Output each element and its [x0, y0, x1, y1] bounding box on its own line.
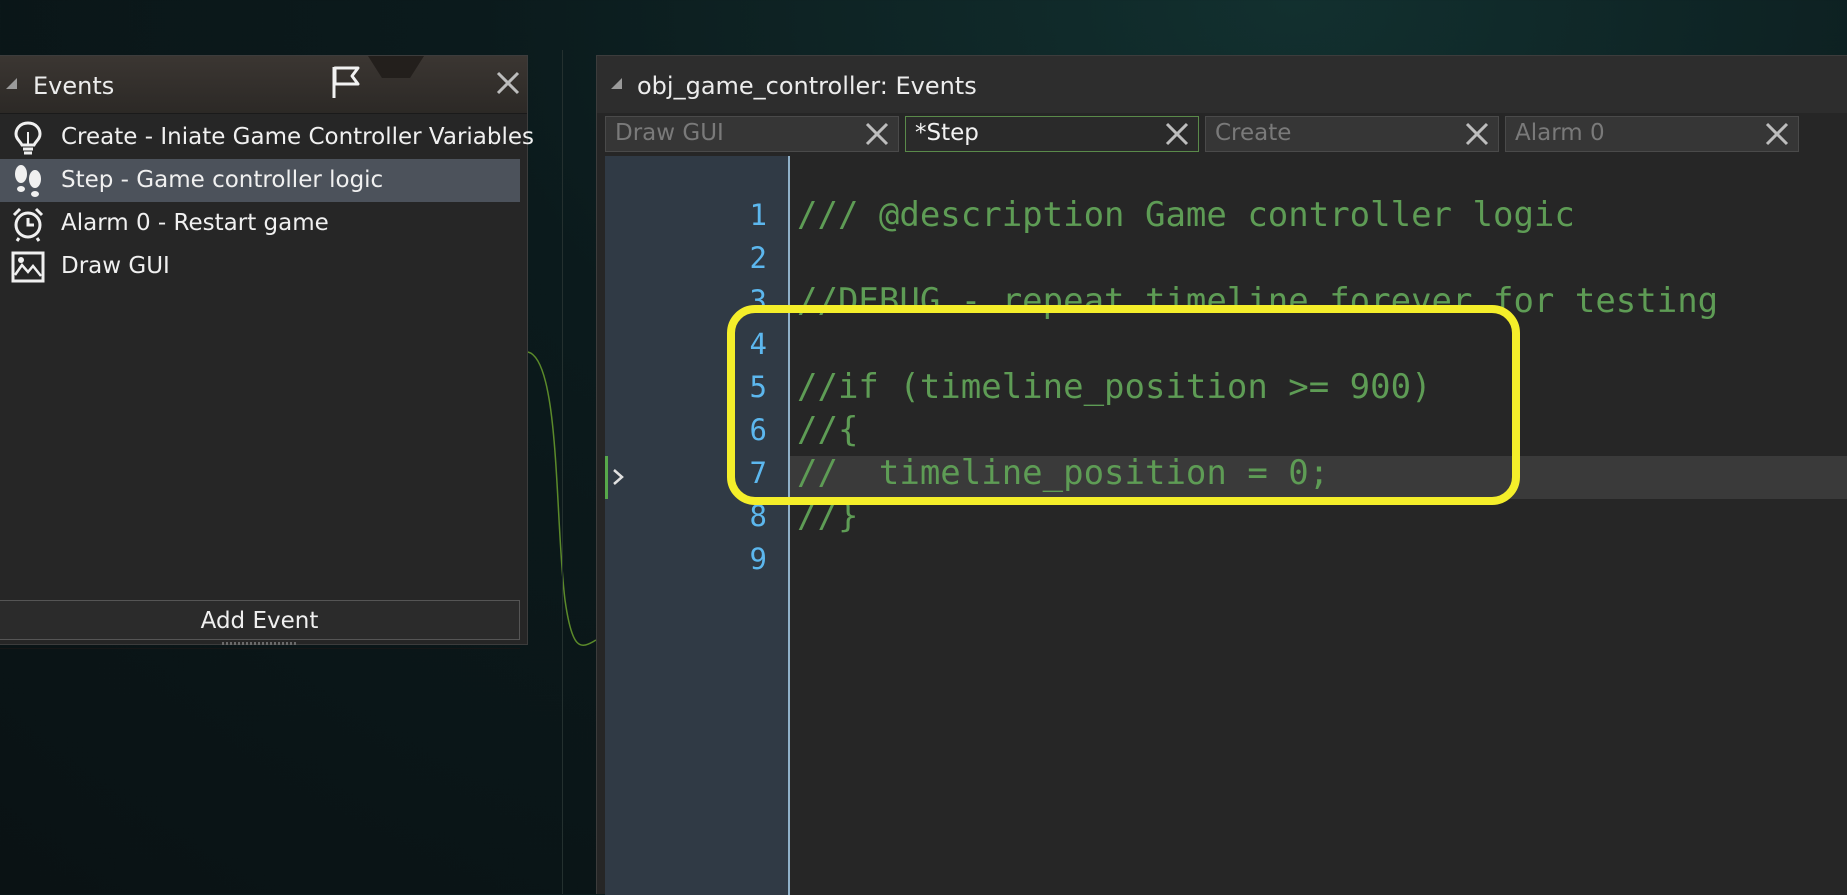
alarm-clock-icon	[12, 207, 44, 242]
events-panel-title: Events	[33, 72, 115, 100]
tab-create[interactable]: Create	[1205, 116, 1499, 152]
code-line[interactable]	[797, 237, 1837, 280]
event-item-create[interactable]: Create - Iniate Game Controller Variable…	[0, 116, 534, 159]
line-number: 7	[749, 456, 767, 490]
line-number: 6	[749, 413, 767, 447]
code-line[interactable]	[797, 538, 1837, 581]
tab-label: *Step	[915, 120, 979, 146]
event-item-draw-gui[interactable]: Draw GUI	[0, 245, 520, 288]
code-line[interactable]: //{	[797, 409, 1837, 452]
image-icon	[11, 251, 45, 283]
line-number: 1	[749, 198, 767, 232]
events-panel-header[interactable]: Events	[0, 56, 527, 114]
events-panel: Events Create - Iniate Game Controller V…	[0, 55, 534, 649]
editor-title: obj_game_controller: Events	[637, 72, 977, 100]
collapse-icon[interactable]	[6, 78, 17, 89]
event-item-step[interactable]: Step - Game controller logic	[0, 159, 520, 202]
line-number: 2	[749, 241, 767, 275]
tab-alarm-0[interactable]: Alarm 0	[1505, 116, 1799, 152]
footsteps-icon	[15, 165, 41, 197]
code-line[interactable]: //if (timeline_position >= 900)	[797, 366, 1837, 409]
line-number: 5	[749, 370, 767, 404]
event-item-label: Step - Game controller logic	[61, 167, 384, 193]
workspace-divider	[562, 50, 563, 894]
line-number: 8	[749, 499, 767, 533]
flag-icon[interactable]	[330, 64, 364, 100]
tab-step[interactable]: *Step	[905, 116, 1199, 152]
code-line[interactable]: //}	[797, 495, 1837, 538]
close-icon[interactable]	[1764, 121, 1790, 147]
close-icon[interactable]	[1164, 121, 1190, 147]
event-item-alarm[interactable]: Alarm 0 - Restart game	[0, 202, 520, 245]
panel-notch	[368, 56, 424, 78]
line-number: 4	[749, 327, 767, 361]
add-event-button[interactable]: Add Event	[0, 600, 520, 640]
event-item-label: Draw GUI	[61, 253, 170, 279]
editor-tabs: Draw GUI *Step Create Alarm 0	[605, 116, 1845, 152]
events-list: Create - Iniate Game Controller Variable…	[0, 116, 534, 649]
close-icon[interactable]	[1464, 121, 1490, 147]
editor-header[interactable]: obj_game_controller: Events	[597, 56, 1847, 113]
event-item-label: Create - Iniate Game Controller Variable…	[61, 124, 535, 150]
collapse-icon[interactable]	[611, 78, 622, 89]
code-line[interactable]: //DEBUG - repeat timeline forever for te…	[797, 280, 1837, 323]
code-line[interactable]	[797, 323, 1837, 366]
close-icon[interactable]	[495, 70, 521, 96]
code-line[interactable]: /// @description Game controller logic	[797, 194, 1837, 237]
tab-label: Draw GUI	[615, 120, 724, 146]
tab-label: Create	[1215, 120, 1292, 146]
resize-grip[interactable]	[222, 642, 296, 645]
close-icon[interactable]	[864, 121, 890, 147]
event-item-label: Alarm 0 - Restart game	[61, 210, 329, 236]
code-editor-window: obj_game_controller: Events Draw GUI *St…	[596, 55, 1847, 895]
line-number: 3	[749, 284, 767, 318]
code-line[interactable]: // timeline_position = 0;	[797, 452, 1837, 495]
tab-draw-gui[interactable]: Draw GUI	[605, 116, 899, 152]
lightbulb-icon	[14, 121, 42, 155]
tab-label: Alarm 0	[1515, 120, 1605, 146]
list-divider	[0, 648, 520, 649]
line-number: 9	[749, 542, 767, 576]
